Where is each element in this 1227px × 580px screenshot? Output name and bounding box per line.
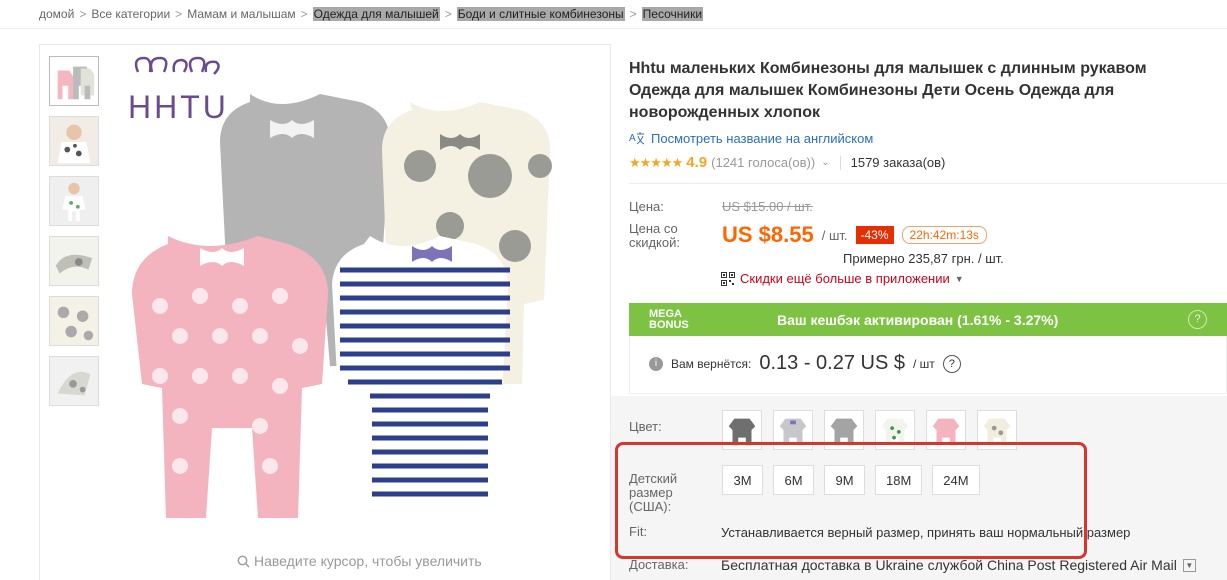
size-options: 3M 6M 9M 18M 24M (722, 465, 980, 495)
thumbnail-4[interactable] (49, 236, 99, 286)
size-label-line1: Детский (629, 471, 678, 486)
color-swatch-green-dots[interactable] (875, 410, 915, 450)
price-unit: / шт. (821, 227, 848, 243)
size-option-3m[interactable]: 3M (722, 465, 763, 495)
breadcrumb-mothers-babies[interactable]: Мамам и малышам (187, 7, 295, 21)
color-swatch-grey-white[interactable] (773, 410, 813, 450)
chevron-down-icon[interactable]: ▼ (1182, 558, 1196, 572)
color-swatch-cream-dots[interactable] (977, 410, 1017, 450)
cashback-amount: 0.13 - 0.27 US $ (759, 352, 905, 374)
fit-value: Устанавливается верный размер, принять в… (721, 525, 1131, 540)
magnifier-icon (237, 555, 250, 567)
mega-bonus-logo-line1: MEGA (649, 307, 682, 320)
svg-text:A: A (629, 133, 636, 144)
breadcrumb-all-categories[interactable]: Все категории (91, 7, 170, 21)
cashback-row: i Вам вернётся: 0.13 - 0.27 US $ / шт ? (649, 352, 961, 375)
info-icon: i (649, 356, 663, 371)
breadcrumb-home[interactable]: домой (39, 7, 74, 21)
new-price-row: US $8.55 / шт. -43% 22h:42m:13s (722, 222, 987, 248)
fit-label: Fit: (629, 524, 648, 539)
shipping-value[interactable]: Бесплатная доставка в Ukraine службой Ch… (721, 557, 1196, 573)
mega-bonus-logo-line2: BONUS (649, 318, 689, 331)
star-rating-icon: ★★★★★ (629, 154, 683, 170)
color-label: Цвет: (629, 419, 662, 434)
breadcrumb-separator: > (629, 7, 637, 21)
approx-price: Примерно 235,87 грн. / шт. (843, 251, 1004, 266)
svg-text:HHTU: HHTU (128, 89, 229, 125)
discount-price-label-line2: скидкой: (629, 235, 680, 250)
size-option-9m[interactable]: 9M (824, 465, 865, 495)
app-promo[interactable]: Скидки ещё больше в приложении ▼ (721, 271, 964, 286)
old-price: US $15.00 / шт. (722, 199, 813, 214)
breadcrumb-baby-clothing[interactable]: Одежда для малышей (312, 7, 440, 21)
countdown-timer: 22h:42m:13s (901, 226, 987, 244)
zoom-hint-text: Наведите курсор, чтобы увеличить (254, 553, 482, 569)
breadcrumb-separator: > (175, 7, 183, 21)
price-label: Цена: (629, 199, 664, 214)
size-label-line3: (США): (629, 499, 672, 514)
size-option-24m[interactable]: 24M (932, 465, 980, 495)
rating-row: ★★★★★ 4.9 (1241 голоса(ов)) ⌄ 1579 заказ… (629, 154, 945, 171)
size-option-18m[interactable]: 18M (875, 465, 923, 495)
shipping-label: Доставка: (629, 557, 689, 572)
orders-count: 1579 заказа(ов) (850, 155, 946, 170)
thumbnail-1[interactable] (49, 56, 99, 106)
color-swatch-pink[interactable] (926, 410, 966, 450)
mega-bonus-banner: MEGA BONUS Ваш кешбэк активирован (1.61%… (629, 303, 1227, 336)
thumbnail-5[interactable] (49, 296, 99, 346)
translate-icon: A (629, 132, 645, 145)
thumbnail-6[interactable] (49, 356, 99, 406)
size-option-6m[interactable]: 6M (773, 465, 814, 495)
mega-bonus-text: Ваш кешбэк активирован (1.61% - 3.27%) (777, 311, 1059, 328)
discount-price-label: Цена со скидкой: (629, 222, 680, 250)
zoom-hint: Наведите курсор, чтобы увеличить (237, 553, 482, 569)
breadcrumb: домой > Все категории > Мамам и малышам … (39, 6, 704, 22)
color-swatches (722, 410, 1017, 450)
thumbnail-list (49, 56, 99, 416)
color-swatch-dark-grey[interactable] (722, 410, 762, 450)
breadcrumb-separator: > (300, 7, 308, 21)
cashback-help-icon[interactable]: ? (942, 354, 961, 373)
mega-bonus-logo: MEGA BONUS (629, 307, 777, 331)
app-promo-text[interactable]: Скидки ещё больше в приложении (740, 271, 950, 286)
qr-code-icon (721, 271, 735, 286)
caret-down-icon[interactable]: ▼ (955, 274, 964, 284)
breadcrumb-separator: > (79, 7, 87, 21)
size-label-line2: размер (629, 485, 673, 500)
thumbnail-3[interactable] (49, 176, 99, 226)
new-price: US $8.55 (722, 222, 814, 247)
breadcrumb-separator: > (444, 7, 452, 21)
translate-link[interactable]: A Посмотреть название на английском (629, 130, 873, 146)
thumbnail-2[interactable] (49, 116, 99, 166)
discount-badge: -43% (855, 226, 894, 244)
brand-logo: HHTU (128, 56, 229, 125)
header-divider (0, 28, 1227, 29)
rating-divider (839, 155, 841, 170)
shipping-value-text[interactable]: Бесплатная доставка в Ukraine службой Ch… (721, 557, 1177, 573)
votes-link[interactable]: (1241 голоса(ов)) (711, 155, 815, 170)
discount-price-label-line1: Цена со (629, 221, 678, 236)
cashback-label: Вам вернётся: (671, 356, 752, 371)
breadcrumb-bodysuits[interactable]: Боди и слитные комбинезоны (456, 7, 625, 21)
rating-score: 4.9 (686, 154, 708, 171)
mega-bonus-help-icon[interactable]: ? (1188, 310, 1207, 329)
color-swatch-grey[interactable] (824, 410, 864, 450)
breadcrumb-rompers[interactable]: Песочники (641, 7, 704, 21)
translate-link-text[interactable]: Посмотреть название на английском (651, 131, 873, 146)
chevron-down-icon[interactable]: ⌄ (821, 157, 829, 168)
cashback-unit: / шт (913, 356, 935, 371)
size-label: Детский размер (США): (629, 472, 677, 514)
product-title: Hhtu маленьких Комбинезоны для малышек с… (629, 60, 1147, 121)
main-product-image[interactable]: HHTU (120, 56, 580, 526)
price-divider (629, 183, 1227, 184)
